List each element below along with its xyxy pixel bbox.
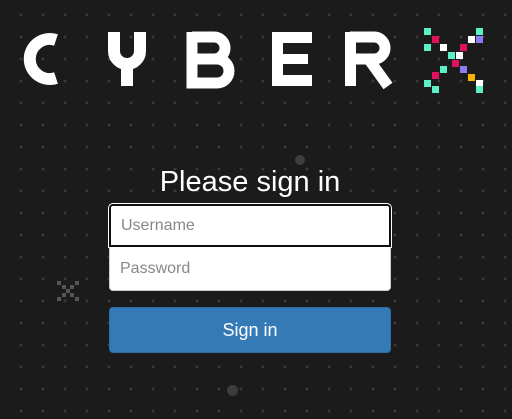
cyberx-logo — [23, 28, 483, 93]
pixel-x-mark — [424, 28, 483, 93]
signin-form: Please sign in Sign in — [109, 164, 391, 353]
signin-heading: Please sign in — [159, 166, 341, 198]
background-x-icon — [57, 281, 79, 301]
username-input[interactable] — [109, 204, 391, 247]
sign-in-button[interactable]: Sign in — [109, 307, 391, 353]
background-dot — [227, 385, 238, 396]
password-input[interactable] — [109, 247, 391, 291]
